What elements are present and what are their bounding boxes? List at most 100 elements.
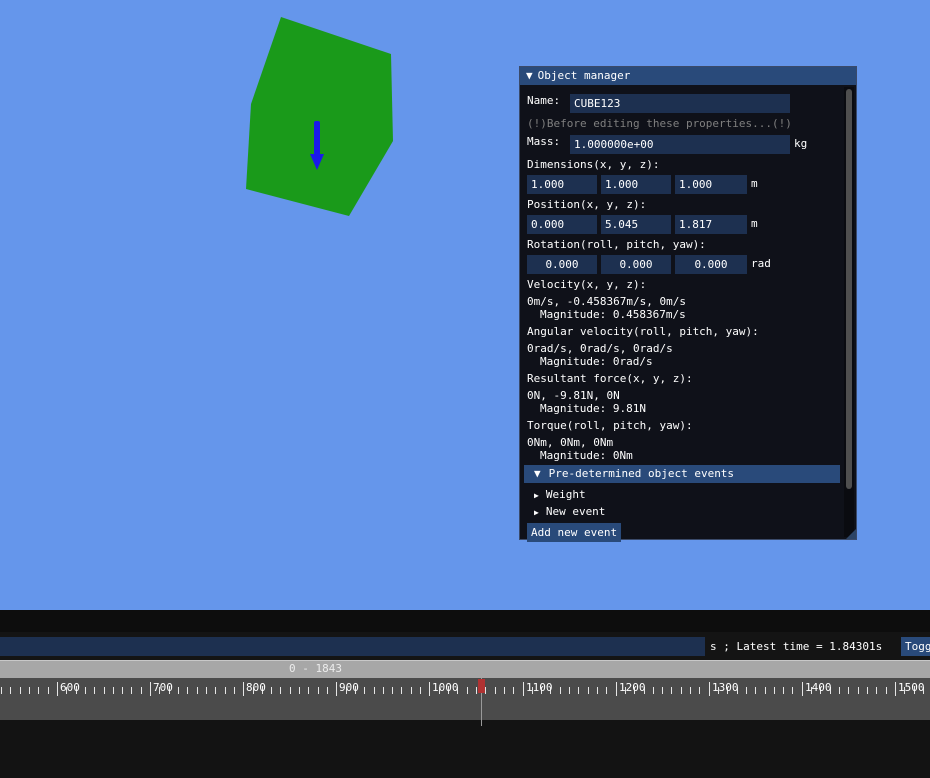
minor-tick (597, 687, 598, 694)
minor-tick (280, 687, 281, 694)
position-unit: m (751, 217, 758, 230)
resultant-force-magnitude: Magnitude: 9.81N (540, 402, 646, 415)
minor-tick (20, 687, 21, 694)
resize-grip-icon[interactable] (846, 529, 856, 539)
minor-tick (858, 687, 859, 694)
position-x-input[interactable]: 0.000 (527, 215, 597, 234)
tick-label: 900 (339, 681, 359, 694)
major-tick (802, 682, 803, 696)
events-header[interactable]: ▼ Pre-determined object events (524, 465, 840, 483)
tick-label: 1000 (432, 681, 459, 694)
tick-label: 1100 (526, 681, 553, 694)
event-item-new-event[interactable]: ▶ New event (534, 505, 605, 518)
angular-velocity-label: Angular velocity(roll, pitch, yaw): (527, 325, 759, 338)
minor-tick (578, 687, 579, 694)
minor-tick (867, 687, 868, 694)
dimensions-label: Dimensions(x, y, z): (527, 158, 660, 171)
minor-tick (308, 687, 309, 694)
minor-tick (485, 687, 486, 694)
position-z-input[interactable]: 1.817 (675, 215, 747, 234)
minor-tick (746, 687, 747, 694)
angular-velocity-value: 0rad/s, 0rad/s, 0rad/s (527, 342, 673, 355)
timeline-range-bar[interactable] (0, 660, 930, 678)
minor-tick (513, 687, 514, 694)
torque-value: 0Nm, 0Nm, 0Nm (527, 436, 614, 449)
minor-tick (690, 687, 691, 694)
minor-tick (588, 687, 589, 694)
add-new-event-button[interactable]: Add new event (527, 523, 622, 542)
rotation-roll-input[interactable]: 0.000 (527, 255, 597, 274)
scrollbar[interactable] (844, 87, 854, 537)
name-input[interactable]: CUBE123 (570, 94, 790, 113)
minor-tick (197, 687, 198, 694)
minor-tick (234, 687, 235, 694)
timeline-cursor-handle[interactable] (478, 679, 485, 693)
velocity-magnitude: Magnitude: 0.458367m/s (540, 308, 686, 321)
minor-tick (141, 687, 142, 694)
minor-tick (299, 687, 300, 694)
tick-label: 1300 (712, 681, 739, 694)
object-manager-titlebar[interactable]: ▼ Object manager (520, 67, 856, 85)
minor-tick (755, 687, 756, 694)
torque-label: Torque(roll, pitch, yaw): (527, 419, 693, 432)
minor-tick (783, 687, 784, 694)
minor-tick (792, 687, 793, 694)
major-tick (523, 682, 524, 696)
minor-tick (206, 687, 207, 694)
major-tick (429, 682, 430, 696)
major-tick (243, 682, 244, 696)
rotation-pitch-input[interactable]: 0.000 (601, 255, 671, 274)
mass-unit: kg (794, 137, 808, 150)
minor-tick (225, 687, 226, 694)
minor-tick (495, 687, 496, 694)
dimensions-unit: m (751, 177, 758, 190)
mass-input[interactable]: 1.000000e+00 (570, 135, 790, 154)
minor-tick (131, 687, 132, 694)
minor-tick (681, 687, 682, 694)
collapse-triangle-icon: ▼ (534, 467, 541, 480)
dimension-x-input[interactable]: 1.000 (527, 175, 597, 194)
major-tick (709, 682, 710, 696)
rotation-yaw-input[interactable]: 0.000 (675, 255, 747, 274)
minor-tick (85, 687, 86, 694)
minor-tick (848, 687, 849, 694)
name-label: Name: (527, 94, 561, 107)
minor-tick (839, 687, 840, 694)
minor-tick (765, 687, 766, 694)
minor-tick (29, 687, 30, 694)
timeline-track-area[interactable] (0, 720, 930, 778)
collapse-triangle-icon[interactable]: ▼ (526, 67, 533, 85)
time-input[interactable] (0, 637, 705, 656)
minor-tick (671, 687, 672, 694)
minor-tick (504, 687, 505, 694)
minor-tick (467, 687, 468, 694)
minor-tick (290, 687, 291, 694)
minor-tick (392, 687, 393, 694)
tick-label: 700 (153, 681, 173, 694)
minor-tick (318, 687, 319, 694)
scrollbar-thumb[interactable] (846, 89, 852, 489)
position-y-input[interactable]: 5.045 (601, 215, 671, 234)
timeline-ruler[interactable]: 600 700 800 900 1000 1100 1200 1300 1400 1500 (0, 678, 930, 720)
minor-tick (178, 687, 179, 694)
minor-tick (271, 687, 272, 694)
minor-tick (38, 687, 39, 694)
major-tick (895, 682, 896, 696)
minor-tick (48, 687, 49, 694)
minor-tick (420, 687, 421, 694)
event-label: Weight (545, 488, 586, 501)
tick-label: 1400 (805, 681, 832, 694)
major-tick (616, 682, 617, 696)
toolbar-strip (0, 610, 930, 632)
events-header-label: Pre-determined object events (548, 467, 735, 480)
minor-tick (113, 687, 114, 694)
event-item-weight[interactable]: ▶ Weight (534, 488, 586, 501)
dimension-z-input[interactable]: 1.000 (675, 175, 747, 194)
dimension-y-input[interactable]: 1.000 (601, 175, 671, 194)
window-title: Object manager (537, 69, 631, 82)
minor-tick (327, 687, 328, 694)
minor-tick (364, 687, 365, 694)
minor-tick (476, 687, 477, 694)
object-manager-window[interactable]: ▼ Object manager Name: CUBE123 (!)Before … (519, 66, 857, 542)
toggle-button[interactable]: Togg (901, 637, 930, 656)
